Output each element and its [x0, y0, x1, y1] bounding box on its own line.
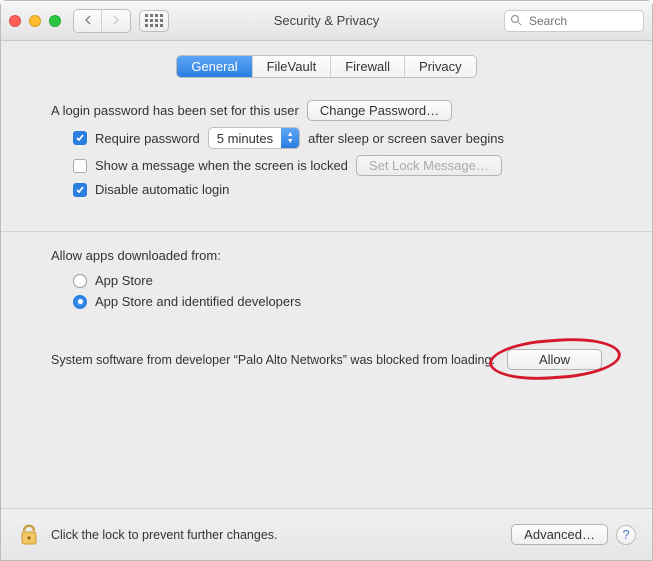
search-icon: [510, 14, 522, 29]
allow-apps-section: Allow apps downloaded from: App Store Ap…: [21, 248, 632, 370]
chevron-right-icon: [112, 13, 120, 28]
show-message-checkbox[interactable]: [73, 159, 87, 173]
allow-appstore-label: App Store: [95, 273, 153, 288]
minimize-window-button[interactable]: [29, 15, 41, 27]
check-icon: [75, 133, 85, 143]
allow-identified-label: App Store and identified developers: [95, 294, 301, 309]
tab-segment: General FileVault Firewall Privacy: [176, 55, 476, 78]
tabs: General FileVault Firewall Privacy: [21, 55, 632, 78]
allow-identified-radio[interactable]: [73, 295, 87, 309]
password-delay-select[interactable]: 5 minutes ▲▼: [208, 127, 300, 149]
search-input[interactable]: [504, 10, 644, 32]
close-window-button[interactable]: [9, 15, 21, 27]
nav-back-forward: [73, 9, 131, 33]
require-password-checkbox[interactable]: [73, 131, 87, 145]
advanced-button[interactable]: Advanced…: [511, 524, 608, 545]
tab-general[interactable]: General: [177, 56, 252, 77]
login-password-set-text: A login password has been set for this u…: [51, 103, 299, 118]
allow-button[interactable]: Allow: [507, 349, 602, 370]
disable-auto-login-label: Disable automatic login: [95, 182, 229, 197]
password-delay-value: 5 minutes: [209, 128, 281, 148]
back-button[interactable]: [74, 10, 102, 32]
section-divider: [1, 231, 652, 232]
allow-button-wrap: Allow: [507, 349, 602, 370]
show-all-button[interactable]: [139, 10, 169, 32]
allow-apps-heading: Allow apps downloaded from:: [51, 248, 602, 263]
blocked-software-text: System software from developer “Palo Alt…: [51, 353, 495, 367]
blocked-software-row: System software from developer “Palo Alt…: [51, 349, 602, 370]
lock-icon[interactable]: [17, 519, 41, 550]
login-section: A login password has been set for this u…: [21, 94, 632, 203]
select-arrows-icon: ▲▼: [281, 128, 299, 148]
change-password-button[interactable]: Change Password…: [307, 100, 452, 121]
allow-appstore-radio[interactable]: [73, 274, 87, 288]
help-button[interactable]: ?: [616, 525, 636, 545]
grid-icon: [145, 14, 163, 27]
search-field-wrap: [504, 10, 644, 32]
tab-firewall[interactable]: Firewall: [331, 56, 405, 77]
require-password-label: Require password: [95, 131, 200, 146]
traffic-lights: [9, 15, 61, 27]
forward-button[interactable]: [102, 10, 130, 32]
window: Security & Privacy General FileVault Fir…: [0, 0, 653, 561]
footer-right: Advanced… ?: [511, 524, 636, 545]
tab-filevault[interactable]: FileVault: [253, 56, 332, 77]
check-icon: [75, 185, 85, 195]
titlebar: Security & Privacy: [1, 1, 652, 41]
disable-auto-login-checkbox[interactable]: [73, 183, 87, 197]
after-sleep-text: after sleep or screen saver begins: [308, 131, 504, 146]
content-area: General FileVault Firewall Privacy A log…: [1, 41, 652, 508]
set-lock-message-button[interactable]: Set Lock Message…: [356, 155, 502, 176]
tab-privacy[interactable]: Privacy: [405, 56, 476, 77]
lock-text: Click the lock to prevent further change…: [51, 528, 278, 542]
footer: Click the lock to prevent further change…: [1, 508, 652, 560]
show-message-label: Show a message when the screen is locked: [95, 158, 348, 173]
chevron-left-icon: [84, 13, 92, 28]
fullscreen-window-button[interactable]: [49, 15, 61, 27]
